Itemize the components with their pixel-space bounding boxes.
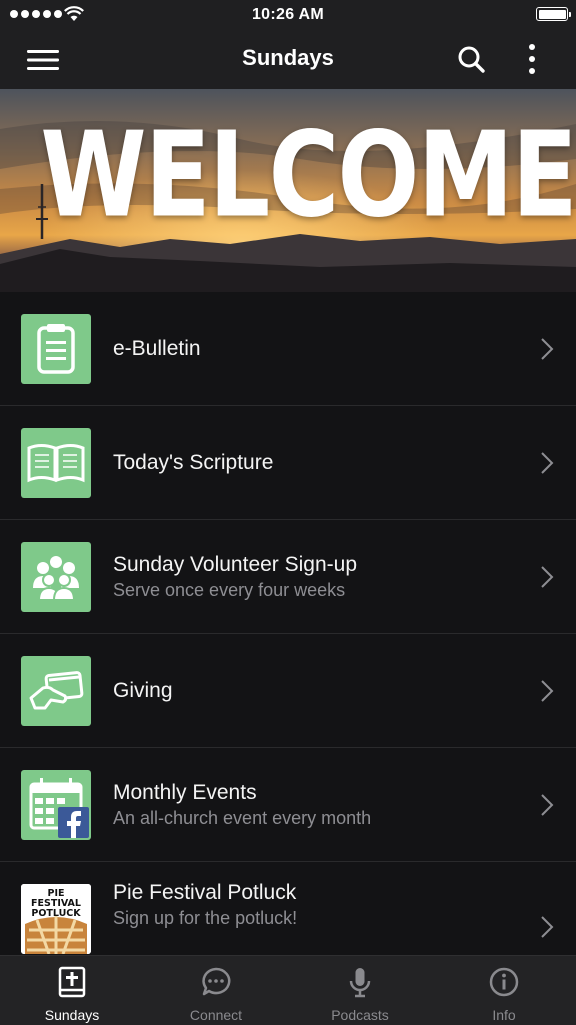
calendar-facebook-icon <box>21 770 91 840</box>
pie-festival-thumbnail: PIE FESTIVAL POTLUCK <box>21 884 91 954</box>
item-title: Pie Festival Potluck <box>113 880 297 904</box>
tab-label: Podcasts <box>331 1007 389 1023</box>
item-title: Giving <box>113 678 173 702</box>
list-item-pie-festival[interactable]: PIE FESTIVAL POTLUCK Pie Festival Potluc… <box>0 862 576 955</box>
book-icon <box>21 428 91 498</box>
item-subtitle: An all-church event every month <box>113 807 372 828</box>
item-title: Today's Scripture <box>113 450 274 474</box>
status-time: 10:26 AM <box>251 6 325 23</box>
list-item-monthly-events[interactable]: Monthly Events An all-church event every… <box>0 748 576 862</box>
tab-podcasts[interactable]: Podcasts <box>288 956 432 1025</box>
battery-icon <box>536 7 571 21</box>
chevron-right-icon <box>541 566 554 588</box>
list-item-giving[interactable]: Giving <box>0 634 576 748</box>
info-icon <box>489 967 519 997</box>
list-item-volunteer-signup[interactable]: Sunday Volunteer Sign-up Serve once ever… <box>0 520 576 634</box>
tab-info[interactable]: Info <box>432 956 576 1025</box>
bible-icon <box>58 966 86 998</box>
item-title: Monthly Events <box>113 780 257 804</box>
chat-bubble-icon <box>202 967 231 996</box>
tab-connect[interactable]: Connect <box>144 956 288 1025</box>
more-options-icon[interactable] <box>520 42 544 76</box>
list-item-e-bulletin[interactable]: e-Bulletin <box>0 292 576 406</box>
microphone-icon <box>349 968 371 998</box>
item-title: e-Bulletin <box>113 336 201 360</box>
people-icon <box>21 542 91 612</box>
tab-sundays[interactable]: Sundays <box>0 956 144 1025</box>
clipboard-icon <box>21 314 91 384</box>
hero-welcome-text: WELCOME <box>40 107 576 245</box>
tab-label: Sundays <box>44 1007 100 1023</box>
search-icon[interactable] <box>456 44 486 74</box>
item-subtitle: Serve once every four weeks <box>113 579 346 600</box>
tab-label: Info <box>492 1007 516 1023</box>
list-item-todays-scripture[interactable]: Today's Scripture <box>0 406 576 520</box>
navigation-bar: Sundays <box>0 30 576 89</box>
item-title: Sunday Volunteer Sign-up <box>113 552 358 576</box>
giving-card-icon <box>21 656 91 726</box>
tab-label: Connect <box>189 1007 243 1023</box>
sundays-menu-list: e-Bulletin Today's Scripture Sunday Volu… <box>0 292 576 955</box>
welcome-banner: WELCOME <box>0 89 576 292</box>
page-title: Sundays <box>242 45 334 70</box>
chevron-right-icon <box>541 916 554 938</box>
chevron-right-icon <box>541 338 554 360</box>
chevron-right-icon <box>541 452 554 474</box>
status-bar: 10:26 AM <box>0 0 576 30</box>
item-subtitle: Sign up for the potluck! <box>113 907 298 928</box>
chevron-right-icon <box>541 680 554 702</box>
bottom-tab-bar: Sundays Connect Podcasts Info <box>0 955 576 1025</box>
chevron-right-icon <box>541 794 554 816</box>
pie-festival-thumbnail-text: PIE FESTIVAL POTLUCK <box>31 888 81 919</box>
